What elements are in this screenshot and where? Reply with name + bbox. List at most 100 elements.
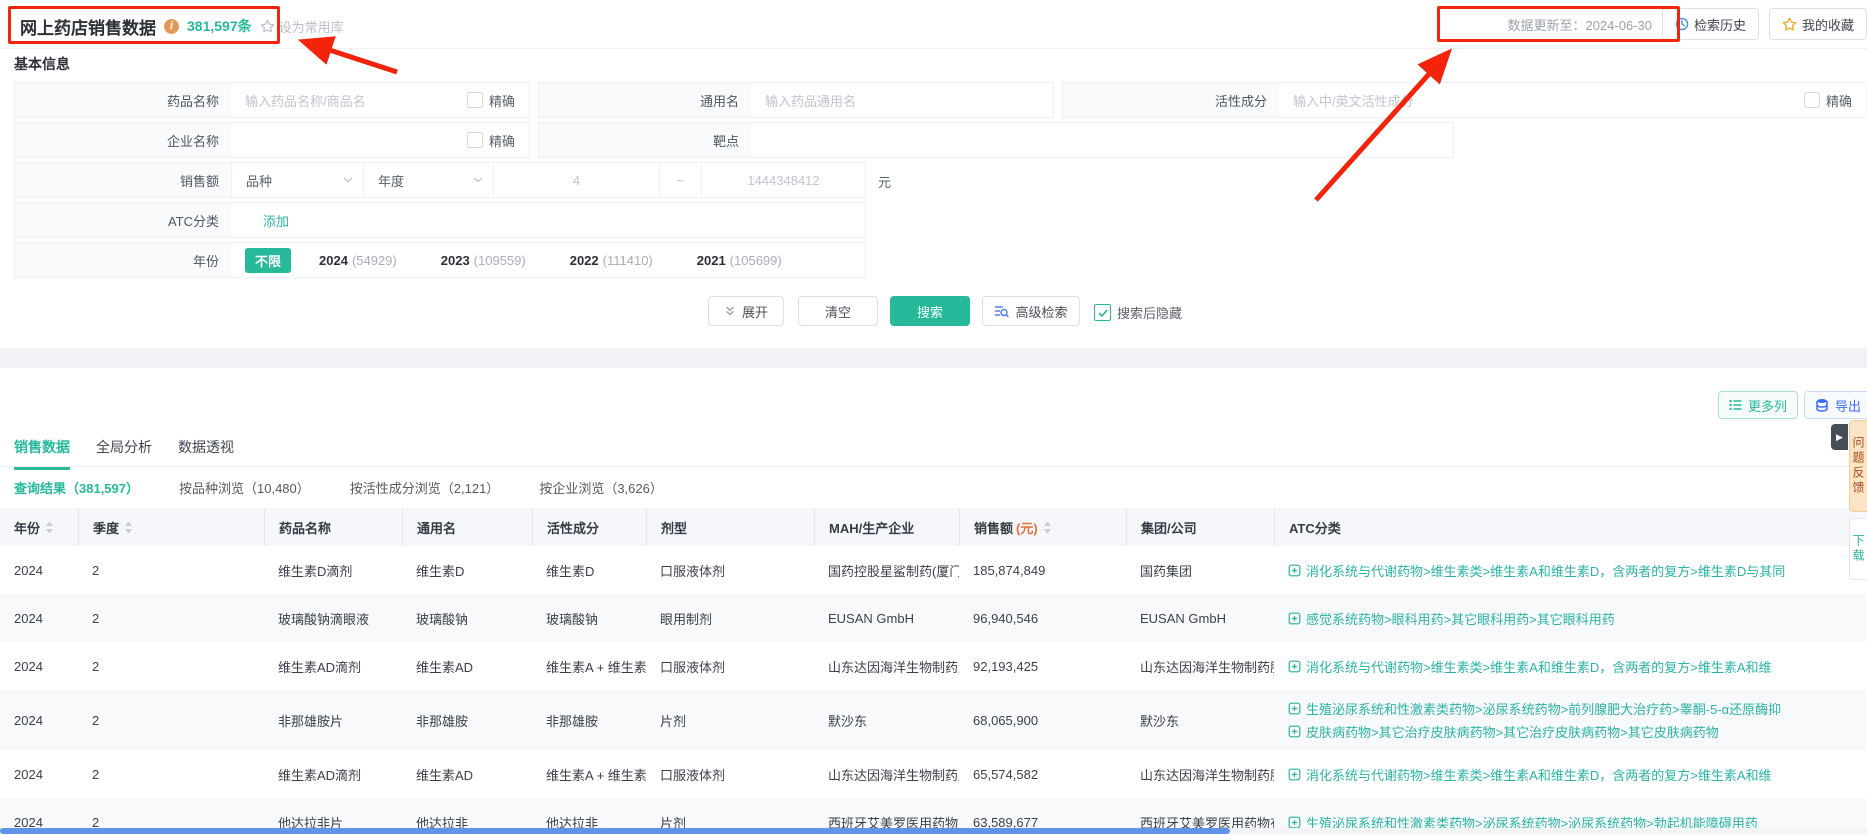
chevron-down-icon <box>473 177 483 183</box>
filter-row-5: 年份 不限2024(54929)2023(109559)2022(111410)… <box>14 242 866 278</box>
company-input[interactable] <box>231 123 457 157</box>
drug-name-field-group: 药品名称 输入药品名称/商品名 精确 <box>14 82 530 118</box>
my-favorites-button[interactable]: 我的收藏 <box>1769 8 1867 40</box>
table-cell: 2024 <box>0 594 78 642</box>
subtab-active[interactable]: 查询结果（381,597） <box>14 478 139 497</box>
info-icon[interactable]: i <box>164 19 179 34</box>
column-header: 剂型 <box>646 508 814 546</box>
year-option[interactable]: 2023(109559) <box>441 253 526 268</box>
star-icon <box>1782 17 1797 32</box>
table-cell: 2 <box>78 690 264 750</box>
table-cell: 2024 <box>0 642 78 690</box>
company-exact-checkbox[interactable]: 精确 <box>457 123 529 157</box>
sort-icon[interactable] <box>1043 521 1052 534</box>
list-icon <box>1729 399 1742 411</box>
sales-min-input[interactable]: 4 <box>493 163 659 197</box>
checkbox-icon <box>467 132 483 148</box>
results-table: 年份季度药品名称通用名活性成分剂型MAH/生产企业销售额(元)集团/公司ATC分… <box>0 508 1867 835</box>
table-cell: 非那雄胺 <box>532 690 646 750</box>
table-cell: 维生素AD滴剂 <box>264 750 402 798</box>
atc-link[interactable]: 消化系统与代谢药物>维生素类>维生素A和维生素D，含两者的复方>维生素A和维 <box>1288 765 1772 784</box>
table-row: 20242维生素AD滴剂维生素AD维生素A + 维生素D口服液体剂山东达因海洋生… <box>0 750 1867 798</box>
table-cell: 2024 <box>0 690 78 750</box>
atc-link[interactable]: 感觉系统药物>眼科用药>其它眼科用药>其它眼科用药 <box>1288 609 1615 628</box>
collapse-arrow-button[interactable]: ▶ <box>1831 424 1848 450</box>
table-cell: 65,574,582 <box>959 750 1126 798</box>
column-header[interactable]: 年份 <box>0 508 78 546</box>
active-ingredient-exact-checkbox[interactable]: 精确 <box>1794 83 1866 117</box>
table-cell: 口服液体剂 <box>646 750 814 798</box>
atc-link[interactable]: 生殖泌尿系统和性激素类药物>泌尿系统药物>前列腺肥大治疗药>睾酮-5-α还原酶抑 <box>1288 699 1781 718</box>
exact-label: 精确 <box>1826 91 1852 110</box>
atc-tree-icon <box>1288 612 1301 625</box>
sales-amount-label: 销售额 <box>15 163 231 197</box>
feedback-side-tab[interactable]: 问题反馈 <box>1849 420 1867 512</box>
year-option[interactable]: 2024(54929) <box>319 253 397 268</box>
sort-icon[interactable] <box>124 521 133 534</box>
active-ingredient-input[interactable]: 输入中/英文活性成分 <box>1279 83 1794 117</box>
atc-tree-icon <box>1288 702 1301 715</box>
generic-name-field-group: 通用名 输入药品通用名 <box>538 82 1054 118</box>
atc-link[interactable]: 皮肤病药物>其它治疗皮肤病药物>其它治疗皮肤病药物>其它皮肤病药物 <box>1288 722 1719 741</box>
drug-name-input[interactable]: 输入药品名称/商品名 <box>231 83 457 117</box>
chevron-down-icon <box>343 177 353 183</box>
atc-add-link[interactable]: 添加 <box>263 211 289 230</box>
checkbox-icon <box>467 92 483 108</box>
drug-name-exact-checkbox[interactable]: 精确 <box>457 83 529 117</box>
column-header[interactable]: 季度 <box>78 508 264 546</box>
atc-link[interactable]: 消化系统与代谢药物>维生素类>维生素A和维生素D，含两者的复方>维生素D与其同 <box>1288 561 1785 580</box>
table-cell: 山东达因海洋生物制药股份... <box>1126 642 1274 690</box>
year-option[interactable]: 不限 <box>245 248 291 273</box>
year-option[interactable]: 2022(111410) <box>570 253 653 268</box>
sales-period-select[interactable]: 年度 <box>363 163 493 197</box>
table-cell: 眼用制剂 <box>646 594 814 642</box>
search-button[interactable]: 搜索 <box>890 296 970 326</box>
column-header: 集团/公司 <box>1126 508 1274 546</box>
filter-row-3: 销售额 品种 年度 4 ~ 1444348412 <box>14 162 866 198</box>
star-icon <box>260 19 275 34</box>
sales-max-input[interactable]: 1444348412 <box>701 163 865 197</box>
table-cell: 维生素A + 维生素D <box>532 750 646 798</box>
advanced-search-icon <box>994 304 1009 319</box>
advanced-search-label: 高级检索 <box>1015 302 1067 321</box>
page-header: 网上药店销售数据 i 381,597条 设为常用库 <box>20 13 344 39</box>
clear-button[interactable]: 清空 <box>798 296 878 326</box>
export-label: 导出 <box>1835 396 1861 415</box>
target-label: 靶点 <box>539 123 751 157</box>
subtab-item[interactable]: 按品种浏览（10,480） <box>179 478 310 497</box>
hide-after-search-checkbox[interactable]: 搜索后隐藏 <box>1094 303 1182 322</box>
sales-dimension-select[interactable]: 品种 <box>231 163 363 197</box>
more-columns-button[interactable]: 更多列 <box>1718 391 1798 419</box>
database-icon <box>1815 398 1829 412</box>
advanced-search-button[interactable]: 高级检索 <box>982 296 1080 326</box>
subtab-item[interactable]: 按活性成分浏览（2,121） <box>350 478 500 497</box>
page-title: 网上药店销售数据 <box>20 14 156 39</box>
sort-icon[interactable] <box>45 521 54 534</box>
table-cell: EUSAN GmbH <box>814 594 959 642</box>
atc-tree-icon <box>1288 768 1301 781</box>
horizontal-scrollbar-thumb[interactable] <box>0 828 1230 834</box>
atc-tree-icon <box>1288 816 1301 829</box>
target-input[interactable] <box>751 123 1453 157</box>
export-button[interactable]: 导出 <box>1804 391 1867 419</box>
download-side-tab[interactable]: 下载 <box>1849 518 1867 580</box>
my-favorites-label: 我的收藏 <box>1802 15 1854 34</box>
atc-link[interactable]: 消化系统与代谢药物>维生素类>维生素A和维生素D，含两者的复方>维生素A和维 <box>1288 657 1772 676</box>
column-header: 通用名 <box>402 508 532 546</box>
table-cell: 2 <box>78 546 264 594</box>
table-header-row: 年份季度药品名称通用名活性成分剂型MAH/生产企业销售额(元)集团/公司ATC分… <box>0 508 1867 546</box>
atc-cell: 消化系统与代谢药物>维生素类>维生素A和维生素D，含两者的复方>维生素D与其同 <box>1274 546 1867 594</box>
atc-tree-icon <box>1288 564 1301 577</box>
atc-cell: 消化系统与代谢药物>维生素类>维生素A和维生素D，含两者的复方>维生素A和维 <box>1274 642 1867 690</box>
subtab-item[interactable]: 按企业浏览（3,626） <box>539 478 663 497</box>
search-history-button[interactable]: 检索历史 <box>1662 8 1759 40</box>
year-option[interactable]: 2021(105699) <box>697 253 782 268</box>
table-cell: 国药控股星鲨制药(厦门)有... <box>814 546 959 594</box>
table-cell: 维生素AD滴剂 <box>264 642 402 690</box>
set-favorite-library[interactable]: 设为常用库 <box>260 17 344 36</box>
table-cell: 68,065,900 <box>959 690 1126 750</box>
select-value: 年度 <box>378 171 404 190</box>
generic-name-input[interactable]: 输入药品通用名 <box>751 83 1053 117</box>
expand-button[interactable]: 展开 <box>708 296 784 326</box>
column-header[interactable]: 销售额(元) <box>959 508 1126 546</box>
